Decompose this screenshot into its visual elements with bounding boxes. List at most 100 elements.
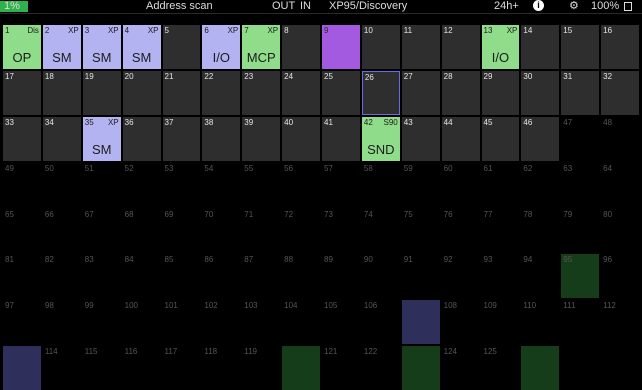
address-cell[interactable] — [601, 346, 639, 390]
address-cell[interactable]: 21 — [162, 70, 201, 115]
address-cell[interactable]: 44 — [441, 116, 480, 161]
address-cell[interactable]: 16 — [601, 25, 639, 69]
address-cell[interactable]: 91 — [401, 254, 440, 299]
address-cell[interactable]: 94 — [521, 254, 560, 299]
address-cell[interactable]: 124 — [441, 346, 480, 390]
address-cell[interactable]: 64 — [601, 162, 639, 207]
address-cell[interactable]: 66 — [42, 208, 81, 253]
address-cell[interactable] — [282, 346, 320, 390]
address-cell[interactable]: 42 S90 SND — [361, 116, 400, 161]
address-cell[interactable]: 85 — [162, 254, 201, 299]
address-cell[interactable]: 11 — [401, 25, 440, 69]
address-cell[interactable]: 23 — [242, 70, 281, 115]
address-cell[interactable]: 5 — [162, 25, 201, 69]
address-cell[interactable]: 93 — [481, 254, 520, 299]
address-cell[interactable]: 96 — [601, 254, 639, 299]
address-cell[interactable]: 114 — [42, 346, 81, 390]
address-cell[interactable]: 77 — [481, 208, 520, 253]
address-cell[interactable]: 7 XP MCP — [242, 25, 281, 69]
address-cell[interactable]: 33 — [3, 116, 41, 161]
address-cell[interactable]: 51 — [82, 162, 121, 207]
address-cell[interactable]: 37 — [162, 116, 201, 161]
address-cell[interactable]: 121 — [322, 346, 360, 390]
address-cell[interactable]: 72 — [282, 208, 320, 253]
address-cell[interactable]: 125 — [481, 346, 520, 390]
address-cell[interactable]: 19 — [82, 70, 121, 115]
address-cell[interactable]: 31 — [561, 70, 600, 115]
address-cell[interactable]: 22 — [202, 70, 241, 115]
address-cell[interactable]: 34 — [42, 116, 81, 161]
address-cell[interactable]: 86 — [202, 254, 241, 299]
in-indicator[interactable]: IN — [300, 0, 311, 13]
address-cell[interactable]: 98 — [42, 300, 81, 345]
address-cell[interactable]: 61 — [481, 162, 520, 207]
address-cell[interactable]: 45 — [481, 116, 520, 161]
address-cell[interactable] — [521, 346, 560, 390]
address-cell[interactable]: 89 — [322, 254, 360, 299]
address-cell[interactable]: 36 — [122, 116, 161, 161]
address-cell[interactable]: 87 — [242, 254, 281, 299]
address-cell[interactable]: 74 — [361, 208, 400, 253]
address-cell[interactable]: 63 — [561, 162, 600, 207]
address-cell[interactable]: 40 — [282, 116, 320, 161]
address-cell[interactable] — [3, 346, 41, 390]
address-cell[interactable]: 53 — [162, 162, 201, 207]
address-cell[interactable]: 109 — [481, 300, 520, 345]
address-cell[interactable]: 83 — [82, 254, 121, 299]
address-cell[interactable]: 101 — [162, 300, 201, 345]
address-cell[interactable]: 97 — [3, 300, 41, 345]
address-cell[interactable]: 46 — [521, 116, 560, 161]
address-cell[interactable]: 82 — [42, 254, 81, 299]
address-cell[interactable] — [561, 346, 600, 390]
info-icon[interactable]: i — [533, 0, 544, 11]
address-cell[interactable]: 26 — [361, 70, 400, 115]
address-cell[interactable]: 68 — [122, 208, 161, 253]
address-cell[interactable]: 102 — [202, 300, 241, 345]
address-cell[interactable]: 39 — [242, 116, 281, 161]
address-cell[interactable]: 14 — [521, 25, 560, 69]
address-cell[interactable]: 43 — [401, 116, 440, 161]
address-cell[interactable]: 70 — [202, 208, 241, 253]
address-cell[interactable]: 122 — [361, 346, 400, 390]
address-cell[interactable]: 81 — [3, 254, 41, 299]
address-cell[interactable]: 55 — [242, 162, 281, 207]
address-cell[interactable]: 9 — [322, 25, 360, 69]
address-cell[interactable]: 80 — [601, 208, 639, 253]
address-cell[interactable]: 8 — [282, 25, 320, 69]
address-cell[interactable]: 95 — [561, 254, 600, 299]
address-cell[interactable]: 65 — [3, 208, 41, 253]
address-cell[interactable]: 52 — [122, 162, 161, 207]
address-cell[interactable]: 25 — [322, 70, 360, 115]
address-cell[interactable]: 2 XP SM — [42, 25, 81, 69]
address-cell[interactable]: 118 — [202, 346, 241, 390]
address-cell[interactable]: 57 — [322, 162, 360, 207]
address-cell[interactable]: 76 — [441, 208, 480, 253]
address-cell[interactable]: 15 — [561, 25, 600, 69]
address-cell[interactable]: 30 — [521, 70, 560, 115]
address-cell[interactable]: 56 — [282, 162, 320, 207]
address-cell[interactable]: 49 — [3, 162, 41, 207]
address-cell[interactable]: 111 — [561, 300, 600, 345]
address-cell[interactable]: 67 — [82, 208, 121, 253]
address-cell[interactable]: 92 — [441, 254, 480, 299]
address-cell[interactable]: 103 — [242, 300, 281, 345]
address-cell[interactable]: 78 — [521, 208, 560, 253]
address-cell[interactable]: 99 — [82, 300, 121, 345]
address-cell[interactable]: 115 — [82, 346, 121, 390]
address-cell[interactable]: 71 — [242, 208, 281, 253]
address-cell[interactable]: 20 — [122, 70, 161, 115]
address-cell[interactable]: 84 — [122, 254, 161, 299]
address-cell[interactable]: 28 — [441, 70, 480, 115]
address-cell[interactable]: 50 — [42, 162, 81, 207]
address-cell[interactable]: 106 — [361, 300, 400, 345]
address-cell[interactable]: 108 — [441, 300, 480, 345]
address-cell[interactable]: 104 — [282, 300, 320, 345]
address-cell[interactable]: 110 — [521, 300, 560, 345]
address-cell[interactable] — [401, 346, 440, 390]
address-cell[interactable]: 1 Dis OP — [3, 25, 41, 69]
address-cell[interactable]: 6 XP I/O — [202, 25, 241, 69]
address-cell[interactable]: 27 — [401, 70, 440, 115]
gear-icon[interactable]: ⚙ — [569, 0, 579, 13]
address-cell[interactable]: 38 — [202, 116, 241, 161]
address-cell[interactable]: 13 XP I/O — [481, 25, 520, 69]
